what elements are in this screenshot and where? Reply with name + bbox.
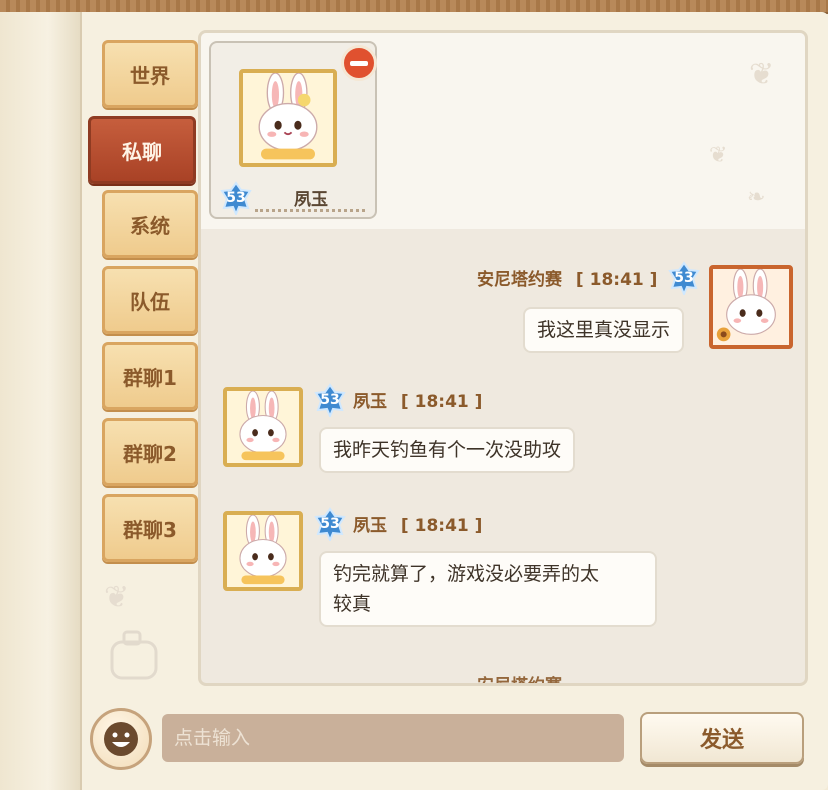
send-label: 发送 [699, 728, 744, 753]
sender-name: 夙玉 [353, 516, 387, 536]
level-badge-icon: 53 [313, 507, 347, 541]
leaf-decor-icon: ❦ [749, 57, 775, 92]
tab-world[interactable]: 世界 [102, 40, 198, 108]
remove-contact-button[interactable] [341, 45, 377, 81]
message-time: [ 18:41 ] [400, 516, 483, 536]
level-value: 53 [320, 392, 340, 408]
sender-name: 安尼塔约赛 [477, 676, 562, 686]
emoji-button[interactable] [90, 708, 152, 770]
tab-team[interactable]: 队伍 [102, 266, 198, 334]
level-value: 53 [320, 516, 340, 532]
tab-label: 队伍 [130, 289, 170, 314]
contact-avatar [239, 69, 337, 167]
bunny-avatar [227, 515, 299, 587]
message-text: 较真 [333, 593, 372, 615]
tab-group-3[interactable]: 群聊3 [102, 494, 198, 562]
level-value: 53 [674, 270, 694, 286]
tab-group-1[interactable]: 群聊1 [102, 342, 198, 410]
message-text: 我这里真没显示 [537, 319, 671, 341]
self-avatar[interactable] [709, 265, 793, 349]
message-text: 钓完就算了，游戏没必要弄的太 [333, 563, 600, 585]
level-badge-icon: 53 [313, 383, 347, 417]
tab-label: 世界 [130, 63, 170, 88]
tab-label: 系统 [130, 213, 170, 238]
remove-icon [350, 60, 368, 66]
message-header: 夙玉 [ 18:41 ] [353, 511, 482, 536]
emoji-icon [104, 722, 138, 756]
message-header-partial: 安尼塔约赛 [477, 671, 562, 686]
leaf-decor-icon: ❦ [709, 143, 728, 168]
bunny-avatar [227, 391, 299, 463]
tab-private-chat[interactable]: 私聊 [88, 116, 196, 184]
message-header: 夙玉 [ 18:41 ] [353, 387, 482, 412]
tab-system[interactable]: 系统 [102, 190, 198, 258]
contact-message-avatar[interactable] [223, 511, 303, 591]
chat-panel[interactable]: ❦ ❦ ❧ 53 夙玉 安尼塔约赛 [18:41] 53 我这里真没显示 5… [198, 30, 808, 686]
tab-group-2[interactable]: 群聊2 [102, 418, 198, 486]
level-badge-icon: 53 [667, 261, 701, 295]
bunny-avatar [713, 269, 789, 345]
chat-input[interactable] [162, 714, 624, 762]
contact-card[interactable]: 53 夙玉 [209, 41, 377, 219]
bottle-decor-icon [110, 630, 158, 680]
tab-label: 私聊 [122, 139, 162, 164]
name-underline [255, 209, 365, 212]
sender-name: 夙玉 [353, 392, 387, 412]
send-button[interactable]: 发送 [640, 712, 804, 764]
leaf-decor-icon: ❧ [747, 185, 766, 210]
level-badge-icon: 53 [219, 181, 253, 215]
message-bubble: 钓完就算了，游戏没必要弄的太 较真 [319, 551, 657, 627]
leaf-decor-icon: ❦ [104, 580, 130, 615]
sender-name: 安尼塔约赛 [477, 270, 562, 290]
message-header: 安尼塔约赛 [ 18:41 ] [477, 265, 657, 290]
level-value: 53 [226, 190, 246, 206]
tab-label: 群聊1 [123, 365, 177, 390]
tab-label: 群聊2 [123, 441, 177, 466]
message-bubble: 我昨天钓鱼有个一次没助攻 [319, 427, 576, 473]
message-time: [ 18:41 ] [400, 392, 483, 412]
contact-strip: ❦ ❦ ❧ 53 夙玉 [201, 33, 805, 229]
contact-message-avatar[interactable] [223, 387, 303, 467]
tab-label: 群聊3 [123, 517, 177, 542]
message-time: [ 18:41 ] [575, 270, 658, 290]
contact-name: 夙玉 [294, 190, 328, 210]
bunny-avatar [243, 73, 333, 163]
message-text: 我昨天钓鱼有个一次没助攻 [333, 439, 562, 461]
message-bubble: 我这里真没显示 [523, 307, 685, 353]
book-spine [0, 12, 82, 790]
